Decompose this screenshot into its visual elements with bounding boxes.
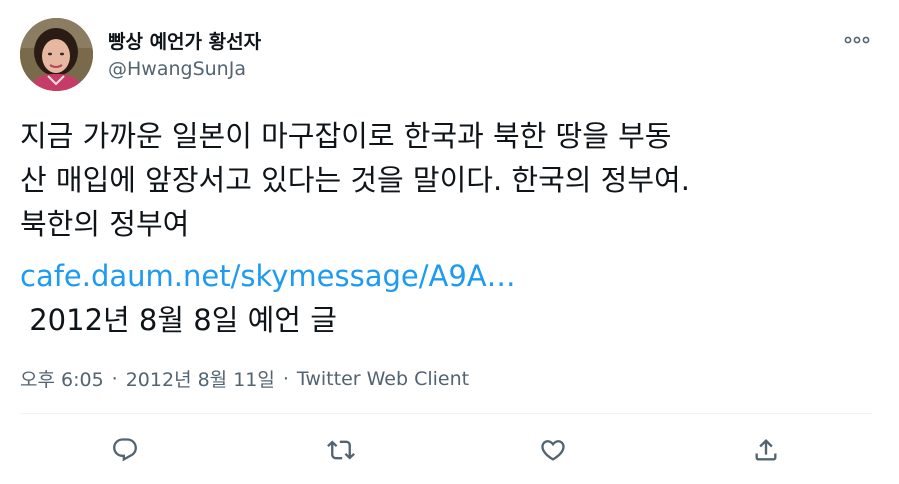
tweet-source[interactable]: Twitter Web Client: [297, 368, 469, 390]
display-name[interactable]: 빵상 예언가 황선자: [108, 27, 261, 54]
user-handle[interactable]: @HwangSunJa: [108, 58, 246, 80]
divider: [20, 413, 872, 414]
tweet-metadata: 오후 6:05 · 2012년 8월 11일 · Twitter Web Cli…: [20, 365, 469, 392]
like-button[interactable]: [535, 432, 571, 468]
tweet-text: 지금 가까운 일본이 마구잡이로 한국과 북한 땅을 부동 산 매입에 앞장서고…: [20, 119, 690, 241]
share-button[interactable]: [748, 432, 784, 468]
share-icon: [755, 439, 777, 461]
meta-separator: ·: [282, 367, 289, 390]
avatar[interactable]: [20, 18, 93, 91]
tweet-date[interactable]: 2012년 8월 11일: [126, 365, 275, 392]
tweet-text-extra: 2012년 8월 8일 예언 글: [20, 303, 337, 337]
reply-button[interactable]: [107, 432, 143, 468]
reply-icon: [113, 438, 137, 462]
retweet-button[interactable]: [323, 432, 359, 468]
more-icon: [844, 36, 870, 44]
heart-icon: [541, 440, 565, 461]
tweet-card: 빵상 예언가 황선자 @HwangSunJa 지금 가까운 일본이 마구잡이로 …: [0, 0, 899, 484]
meta-separator: ·: [111, 367, 118, 390]
avatar-image: [20, 18, 93, 91]
tweet-time[interactable]: 오후 6:05: [20, 365, 104, 392]
tweet-link[interactable]: cafe.daum.net/skymessage/A9A…: [20, 254, 516, 298]
more-options-button[interactable]: [840, 28, 874, 52]
retweet-icon: [327, 440, 355, 460]
